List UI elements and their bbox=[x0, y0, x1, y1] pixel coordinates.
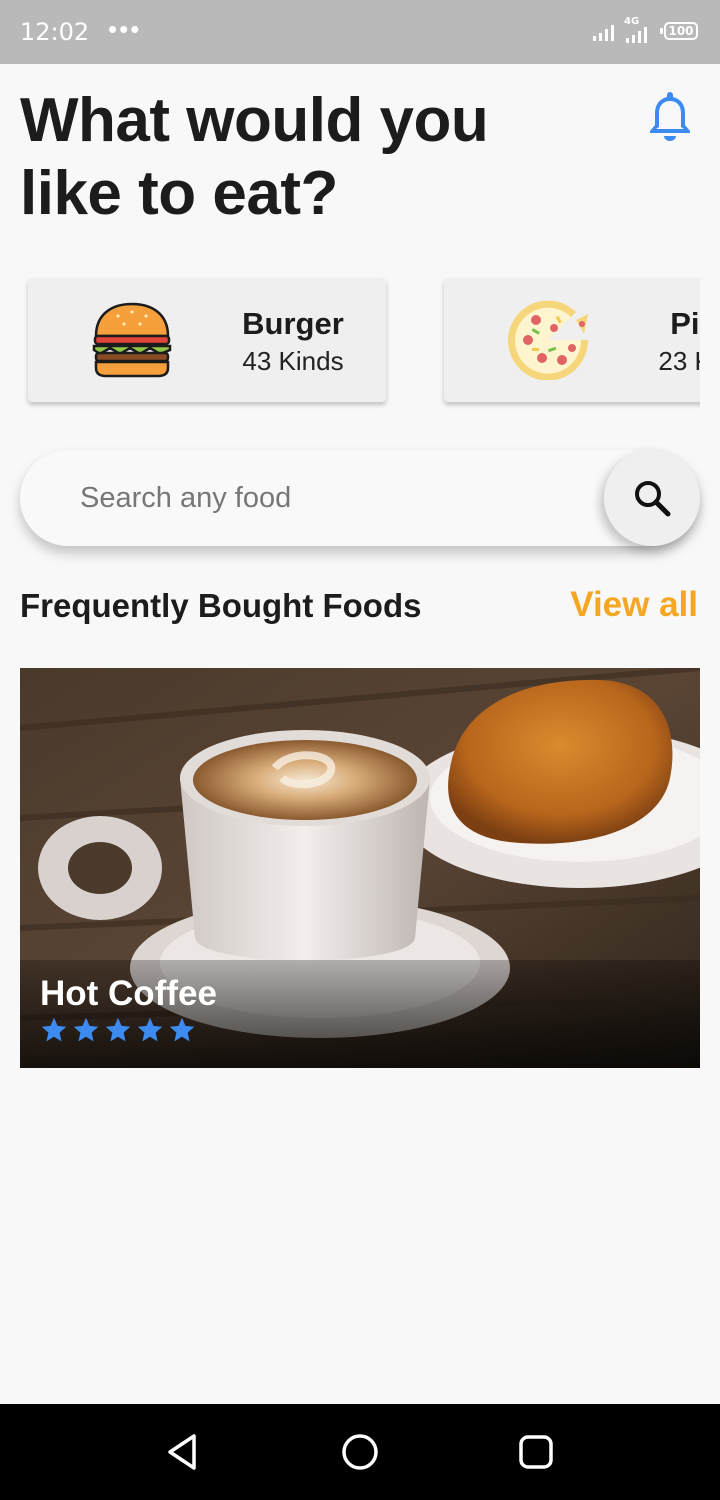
category-card-burger[interactable]: Burger 43 Kinds bbox=[28, 278, 386, 402]
star-icon bbox=[169, 1017, 195, 1042]
food-card[interactable]: Hot Coffee bbox=[20, 668, 700, 1068]
category-count: 43 Kinds bbox=[242, 346, 344, 376]
category-card-pizza[interactable]: Pizza 23 Kinds bbox=[444, 278, 700, 402]
page-title: What would you like to eat? bbox=[20, 86, 489, 228]
bell-icon bbox=[650, 92, 690, 141]
category-list[interactable]: Burger 43 Kinds Pizza 23 Kinds bbox=[20, 272, 700, 414]
status-time: 12:02 bbox=[20, 18, 90, 46]
search-input[interactable] bbox=[80, 476, 580, 520]
home-icon[interactable] bbox=[340, 1432, 380, 1472]
system-nav-bar bbox=[0, 1404, 720, 1500]
search-bar bbox=[20, 450, 700, 546]
pizza-icon bbox=[508, 300, 589, 380]
battery-icon: 100 bbox=[660, 22, 698, 40]
category-count: 23 Kinds bbox=[658, 346, 700, 376]
back-icon[interactable] bbox=[164, 1432, 204, 1472]
notifications-button[interactable] bbox=[646, 88, 694, 142]
signal-icon bbox=[593, 25, 614, 41]
star-icon bbox=[137, 1017, 163, 1042]
category-name: Burger bbox=[242, 306, 344, 341]
section-title-frequent: Frequently Bought Foods bbox=[20, 587, 422, 624]
recents-icon[interactable] bbox=[516, 1432, 556, 1472]
star-icon bbox=[73, 1017, 99, 1042]
signal-2-icon bbox=[626, 27, 647, 43]
search-icon bbox=[635, 481, 671, 517]
notification-dots-icon: ••• bbox=[108, 14, 142, 44]
star-icon bbox=[105, 1017, 131, 1042]
view-all-link[interactable]: View all bbox=[570, 585, 698, 625]
search-button[interactable] bbox=[604, 450, 700, 546]
burger-icon bbox=[92, 302, 172, 378]
star-icon bbox=[41, 1017, 67, 1042]
food-name: Hot Coffee bbox=[40, 974, 217, 1013]
rating-stars bbox=[40, 1016, 196, 1044]
category-name: Pizza bbox=[670, 306, 700, 341]
status-bar: 12:02 ••• 4G 100 bbox=[0, 0, 720, 64]
